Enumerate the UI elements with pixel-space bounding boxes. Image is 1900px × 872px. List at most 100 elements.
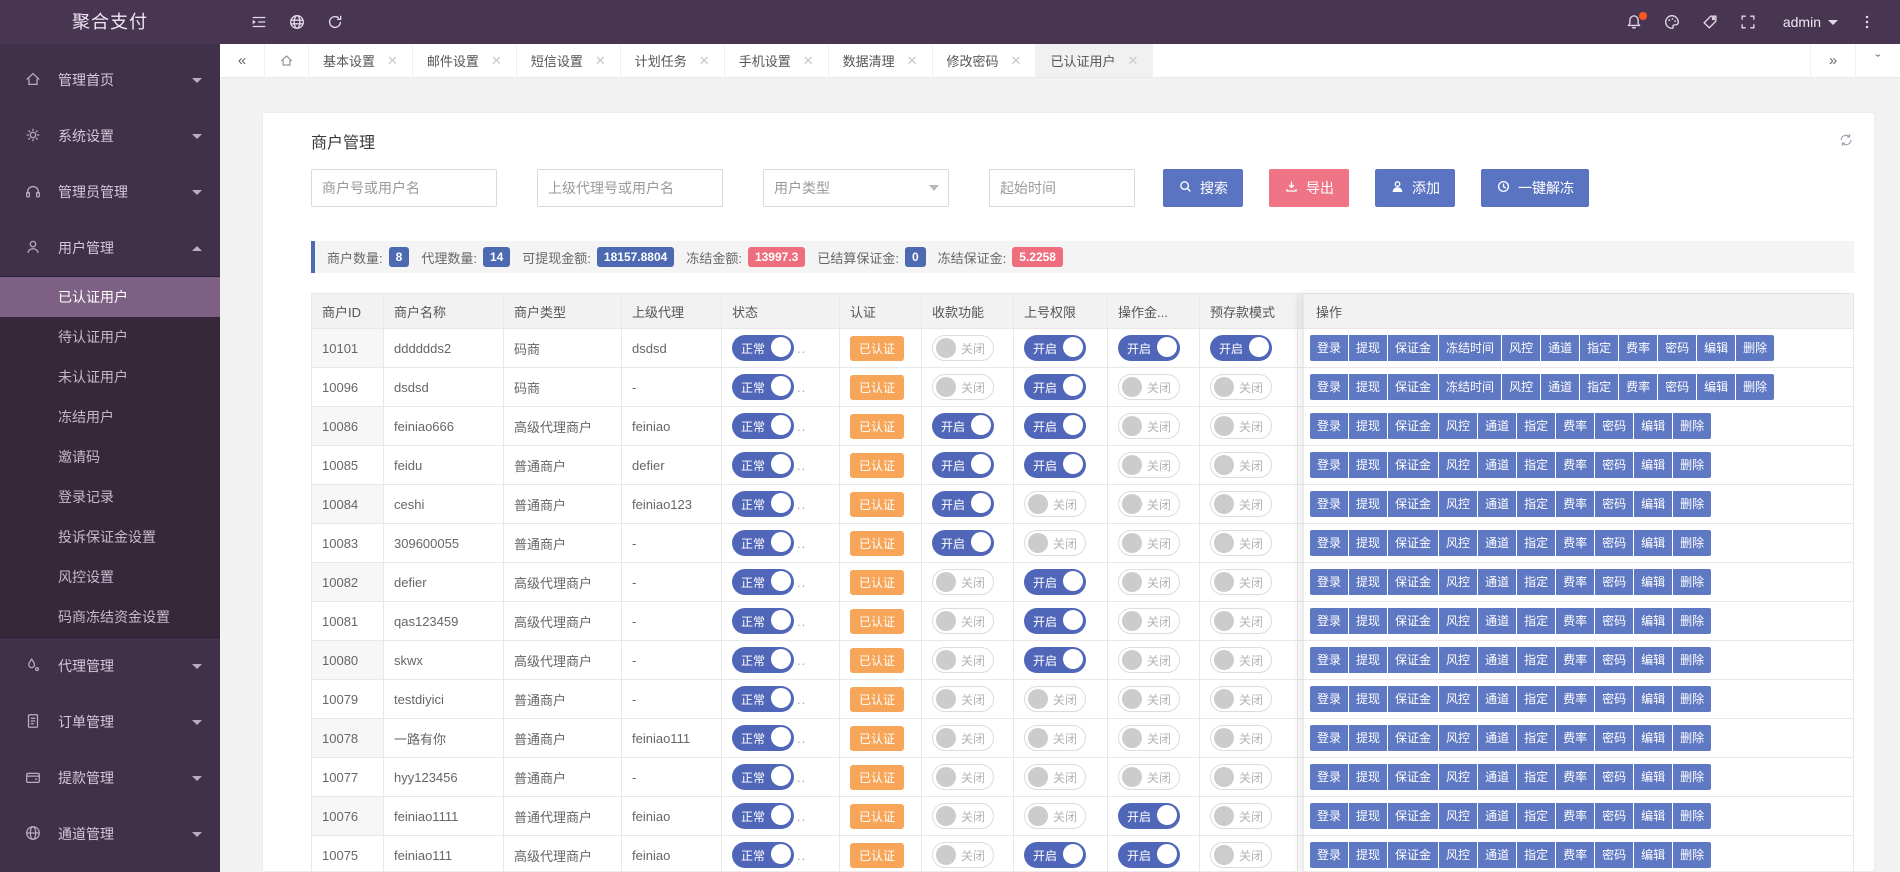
action-deposit-button[interactable]: 保证金 [1388, 413, 1438, 439]
collect-toggle[interactable]: 关闭 [932, 335, 994, 361]
sidebar-item-system-settings[interactable]: 系统设置 [0, 108, 220, 164]
status-toggle[interactable]: 正常 [732, 569, 794, 595]
tab-basic-settings[interactable]: 基本设置 ✕ [309, 44, 413, 77]
action-withdraw-button[interactable]: 提现 [1349, 764, 1387, 790]
action-risk-button[interactable]: 风控 [1439, 686, 1477, 712]
action-delete-button[interactable]: 删除 [1736, 335, 1774, 361]
tab-change-password[interactable]: 修改密码 ✕ [933, 44, 1037, 77]
account-grant-toggle[interactable]: 开启 [1024, 608, 1086, 634]
deposit-mode-toggle[interactable]: 关闭 [1210, 608, 1272, 634]
collect-toggle[interactable]: 关闭 [932, 374, 994, 400]
action-channel-button[interactable]: 通道 [1478, 803, 1516, 829]
unfreeze-all-button[interactable]: 一键解冻 [1481, 169, 1589, 207]
close-icon[interactable]: ✕ [1011, 53, 1022, 69]
collect-toggle[interactable]: 关闭 [932, 725, 994, 751]
action-assign-button[interactable]: 指定 [1580, 335, 1618, 361]
sidebar-item-user-mgmt[interactable]: 用户管理 [0, 220, 220, 276]
status-toggle[interactable]: 正常 [732, 647, 794, 673]
action-edit-button[interactable]: 编辑 [1634, 413, 1672, 439]
deposit-mode-toggle[interactable]: 关闭 [1210, 569, 1272, 595]
action-channel-button[interactable]: 通道 [1478, 569, 1516, 595]
action-deposit-button[interactable]: 保证金 [1388, 491, 1438, 517]
action-edit-button[interactable]: 编辑 [1634, 569, 1672, 595]
action-edit-button[interactable]: 编辑 [1634, 764, 1672, 790]
action-withdraw-button[interactable]: 提现 [1349, 647, 1387, 673]
tabs-scroll-right-icon[interactable]: » [1810, 44, 1855, 77]
action-delete-button[interactable]: 删除 [1736, 374, 1774, 400]
card-refresh-icon[interactable] [1838, 132, 1854, 151]
operate-fund-toggle[interactable]: 关闭 [1118, 452, 1180, 478]
account-grant-toggle[interactable]: 开启 [1024, 569, 1086, 595]
status-toggle[interactable]: 正常 [732, 764, 794, 790]
action-rate-button[interactable]: 费率 [1556, 530, 1594, 556]
status-toggle[interactable]: 正常 [732, 413, 794, 439]
action-login-button[interactable]: 登录 [1310, 647, 1348, 673]
sidebar-subitem-unverified-users[interactable]: 未认证用户 [0, 357, 220, 397]
action-password-button[interactable]: 密码 [1595, 413, 1633, 439]
action-channel-button[interactable]: 通道 [1478, 608, 1516, 634]
action-rate-button[interactable]: 费率 [1619, 335, 1657, 361]
action-withdraw-button[interactable]: 提现 [1349, 608, 1387, 634]
action-password-button[interactable]: 密码 [1595, 803, 1633, 829]
action-withdraw-button[interactable]: 提现 [1349, 842, 1387, 868]
collect-toggle[interactable]: 关闭 [932, 842, 994, 868]
action-login-button[interactable]: 登录 [1310, 608, 1348, 634]
action-login-button[interactable]: 登录 [1310, 764, 1348, 790]
action-deposit-button[interactable]: 保证金 [1388, 803, 1438, 829]
collapse-menu-icon[interactable] [240, 0, 278, 44]
action-withdraw-button[interactable]: 提现 [1349, 569, 1387, 595]
sidebar-subitem-risk-settings[interactable]: 风控设置 [0, 557, 220, 597]
status-toggle[interactable]: 正常 [732, 608, 794, 634]
tab-mail-settings[interactable]: 邮件设置 ✕ [413, 44, 517, 77]
add-button[interactable]: 添加 [1375, 169, 1455, 207]
action-withdraw-button[interactable]: 提现 [1349, 335, 1387, 361]
sidebar-item-withdraw-mgmt[interactable]: 提款管理 [0, 750, 220, 806]
action-channel-button[interactable]: 通道 [1478, 530, 1516, 556]
action-login-button[interactable]: 登录 [1310, 413, 1348, 439]
action-edit-button[interactable]: 编辑 [1634, 530, 1672, 556]
deposit-mode-toggle[interactable]: 关闭 [1210, 452, 1272, 478]
account-grant-toggle[interactable]: 关闭 [1024, 491, 1086, 517]
sidebar-item-agent-mgmt[interactable]: 代理管理 [0, 638, 220, 694]
tag-icon[interactable] [1691, 0, 1729, 44]
operate-fund-toggle[interactable]: 关闭 [1118, 413, 1180, 439]
collect-toggle[interactable]: 开启 [932, 491, 994, 517]
action-withdraw-button[interactable]: 提现 [1349, 374, 1387, 400]
action-deposit-button[interactable]: 保证金 [1388, 452, 1438, 478]
action-password-button[interactable]: 密码 [1595, 686, 1633, 712]
action-channel-button[interactable]: 通道 [1478, 413, 1516, 439]
action-deposit-button[interactable]: 保证金 [1388, 608, 1438, 634]
action-delete-button[interactable]: 删除 [1673, 725, 1711, 751]
account-grant-toggle[interactable]: 开启 [1024, 374, 1086, 400]
action-risk-button[interactable]: 风控 [1439, 725, 1477, 751]
deposit-mode-toggle[interactable]: 关闭 [1210, 530, 1272, 556]
action-assign-button[interactable]: 指定 [1517, 569, 1555, 595]
action-risk-button[interactable]: 风控 [1439, 608, 1477, 634]
action-rate-button[interactable]: 费率 [1556, 569, 1594, 595]
action-password-button[interactable]: 密码 [1595, 764, 1633, 790]
deposit-mode-toggle[interactable]: 关闭 [1210, 764, 1272, 790]
operate-fund-toggle[interactable]: 关闭 [1118, 686, 1180, 712]
action-rate-button[interactable]: 费率 [1556, 803, 1594, 829]
action-login-button[interactable]: 登录 [1310, 335, 1348, 361]
collect-toggle[interactable]: 关闭 [932, 803, 994, 829]
action-withdraw-button[interactable]: 提现 [1349, 686, 1387, 712]
account-grant-toggle[interactable]: 关闭 [1024, 530, 1086, 556]
deposit-mode-toggle[interactable]: 关闭 [1210, 647, 1272, 673]
theme-palette-icon[interactable] [1653, 0, 1691, 44]
fullscreen-expand-icon[interactable] [1729, 0, 1767, 44]
action-assign-button[interactable]: 指定 [1517, 413, 1555, 439]
deposit-mode-toggle[interactable]: 开启 [1210, 335, 1272, 361]
action-risk-button[interactable]: 风控 [1439, 842, 1477, 868]
operate-fund-toggle[interactable]: 关闭 [1118, 608, 1180, 634]
action-channel-button[interactable]: 通道 [1478, 842, 1516, 868]
sidebar-item-admin-mgmt[interactable]: 管理员管理 [0, 164, 220, 220]
action-password-button[interactable]: 密码 [1595, 530, 1633, 556]
action-risk-button[interactable]: 风控 [1502, 374, 1540, 400]
sidebar-subitem-invite-code[interactable]: 邀请码 [0, 437, 220, 477]
account-grant-toggle[interactable]: 开启 [1024, 335, 1086, 361]
action-delete-button[interactable]: 删除 [1673, 842, 1711, 868]
action-edit-button[interactable]: 编辑 [1634, 608, 1672, 634]
action-rate-button[interactable]: 费率 [1556, 608, 1594, 634]
deposit-mode-toggle[interactable]: 关闭 [1210, 374, 1272, 400]
